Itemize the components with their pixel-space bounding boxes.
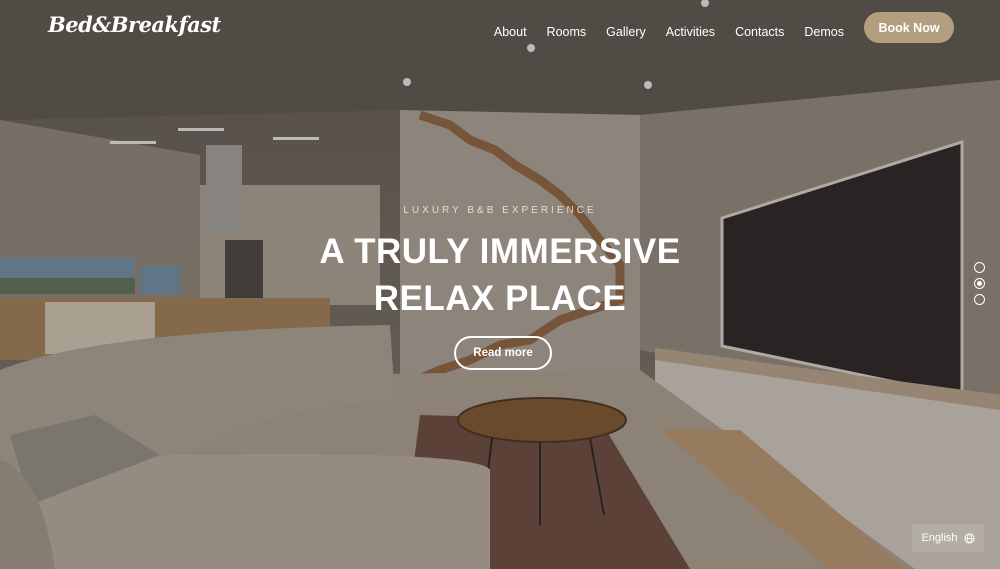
read-more-button[interactable]: Read more xyxy=(454,336,552,370)
slide-dot-2[interactable] xyxy=(974,278,985,289)
book-now-button[interactable]: Book Now xyxy=(864,12,954,43)
nav-item-gallery[interactable]: Gallery xyxy=(606,25,646,39)
language-selector[interactable]: English xyxy=(912,524,984,552)
nav-item-activities[interactable]: Activities xyxy=(666,25,715,39)
slide-dot-3[interactable] xyxy=(974,294,985,305)
hero-title: A TRULY IMMERSIVE RELAX PLACE xyxy=(0,228,1000,322)
main-nav: About Rooms Gallery Activities Contacts … xyxy=(474,12,954,43)
nav-item-about[interactable]: About xyxy=(494,25,527,39)
site-logo[interactable]: Bed&Breakfast xyxy=(48,12,221,37)
hero-title-line-2: RELAX PLACE xyxy=(373,279,627,318)
nav-item-rooms[interactable]: Rooms xyxy=(547,25,587,39)
slide-dot-1[interactable] xyxy=(974,262,985,273)
slider-pagination xyxy=(974,262,985,310)
hero-title-line-1: A TRULY IMMERSIVE xyxy=(319,232,681,271)
globe-icon xyxy=(963,532,975,544)
nav-item-contacts[interactable]: Contacts xyxy=(735,25,784,39)
nav-item-demos[interactable]: Demos xyxy=(804,25,844,39)
language-label: English xyxy=(921,532,958,544)
hero-eyebrow: LUXURY B&B EXPERIENCE xyxy=(403,205,597,216)
